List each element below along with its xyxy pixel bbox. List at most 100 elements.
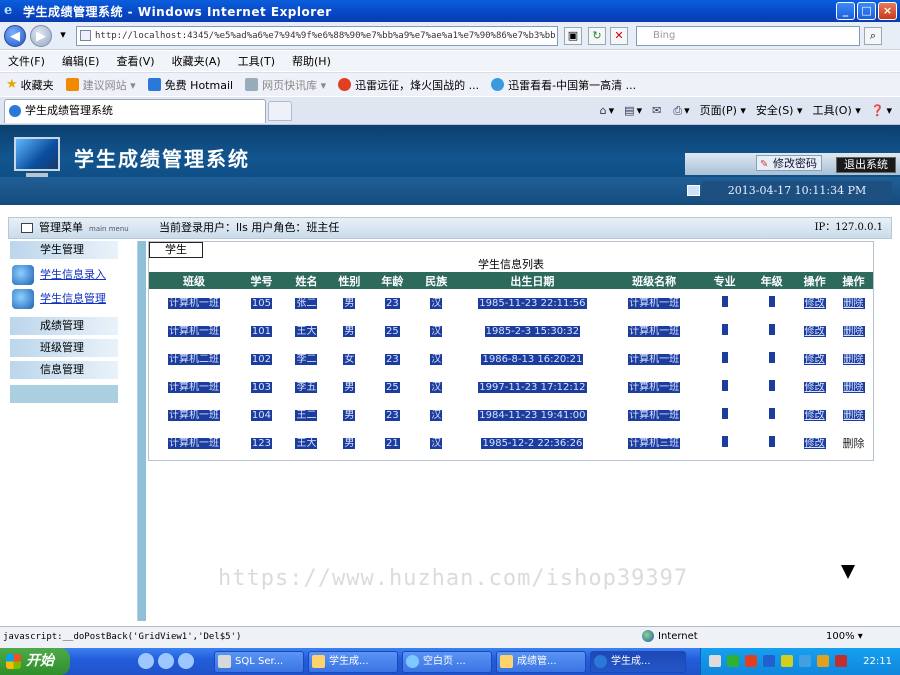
history-dropdown-icon[interactable]: ▾ (54, 27, 72, 45)
im-tray-icon[interactable] (799, 655, 811, 667)
search-icon[interactable]: ⌕ (864, 27, 882, 45)
taskbar-item-blank[interactable]: 空白页 ... (402, 651, 492, 673)
refresh-button[interactable]: ↻ (588, 27, 606, 45)
sidebar-group-class[interactable]: 班级管理 (10, 339, 118, 357)
tab-student-system[interactable]: 学生成绩管理系统 (4, 99, 266, 123)
antivirus-tray-icon[interactable] (835, 655, 847, 667)
fav-suggested-sites[interactable]: 建议网站 ▾ (65, 77, 136, 93)
suggested-sites-icon (65, 78, 79, 91)
table-cell-id: 101 (239, 317, 284, 345)
help-button[interactable]: ❓ ▾ (871, 101, 892, 121)
table-cell-edit[interactable]: 修改 (795, 317, 834, 345)
table-cell-edit[interactable]: 修改 (795, 289, 834, 317)
tab-student[interactable]: 学生 (149, 242, 203, 258)
fav-hotmail[interactable]: 免费 Hotmail (147, 77, 233, 93)
table-cell-del[interactable]: 删除 (834, 401, 873, 429)
feeds-button[interactable]: ▤ ▾ (624, 101, 642, 121)
close-button[interactable]: × (878, 2, 897, 20)
cell-value (721, 352, 728, 363)
start-button[interactable]: 开始 (0, 648, 70, 675)
menu-favorites[interactable]: 收藏夹(A) (172, 53, 221, 69)
edit-link[interactable]: 修改 (803, 353, 826, 365)
network-icon[interactable] (727, 655, 739, 667)
sidebar-item-student-entry[interactable]: 学生信息录入 (10, 263, 137, 287)
table-cell-del[interactable]: 删除 (834, 345, 873, 373)
security-tray-icon[interactable] (763, 655, 775, 667)
taskbar-item-folder[interactable]: 成绩管... (496, 651, 586, 673)
quick-launch-ie2-icon[interactable] (158, 653, 174, 669)
table-row: 计算机一班 103 李五 男 25 汉 1997-11-23 17:12:12 计算机一班 修改… (149, 373, 873, 401)
sidebar-group-student[interactable]: 学生管理 (10, 241, 118, 259)
volume-icon[interactable] (781, 655, 793, 667)
address-input[interactable]: http://localhost:4345/%e5%ad%a6%e7%94%9f… (76, 26, 558, 46)
back-button[interactable]: ◀ (4, 25, 26, 47)
cell-value: 计算机一班 (628, 325, 681, 337)
delete-link[interactable]: 删除 (842, 353, 865, 365)
taskbar: 开始 SQL Ser... 学生成... 空白页 ... 成绩管... 学生成.… (0, 648, 900, 675)
tools-menu[interactable]: 工具(O) ▾ (813, 101, 861, 121)
cell-value: 25 (384, 325, 400, 337)
sidebar-group-info[interactable]: 信息管理 (10, 361, 118, 379)
page-menu[interactable]: 页面(P) ▾ (700, 101, 746, 121)
quick-launch-desktop-icon[interactable] (178, 653, 194, 669)
delete-link[interactable]: 删除 (842, 409, 865, 421)
sidebar-item-student-manage[interactable]: 学生信息管理 (10, 287, 137, 311)
keyboard-icon[interactable] (709, 655, 721, 667)
edit-link[interactable]: 修改 (803, 297, 826, 309)
table-cell-edit[interactable]: 修改 (795, 401, 834, 429)
table-cell-edit[interactable]: 修改 (795, 373, 834, 401)
table-cell-del[interactable]: 删除 (834, 429, 873, 457)
edit-link[interactable]: 修改 (803, 381, 826, 393)
quick-launch-ie-icon[interactable] (138, 653, 154, 669)
delete-link[interactable]: 删除 (843, 437, 865, 450)
delete-link[interactable]: 删除 (842, 325, 865, 337)
xunlei-tray-icon[interactable] (745, 655, 757, 667)
table-cell-cls: 计算机一班 (149, 373, 239, 401)
favorites-button[interactable]: ★ 收藏夹 (6, 77, 54, 93)
print-button[interactable]: ⎙ ▾ (673, 101, 689, 121)
fav-xunlei-game[interactable]: 迅雷远征，烽火国战的 ... (338, 77, 479, 93)
sidebar-group-score[interactable]: 成绩管理 (10, 317, 118, 335)
change-password-button[interactable]: ✎ 修改密码 (756, 155, 822, 171)
safety-menu[interactable]: 安全(S) ▾ (756, 101, 803, 121)
home-button[interactable]: ⌂ ▾ (600, 101, 615, 121)
table-cell-id: 104 (239, 401, 284, 429)
menu-help[interactable]: 帮助(H) (292, 53, 331, 69)
table-cell-del[interactable]: 删除 (834, 317, 873, 345)
logout-button[interactable]: 退出系统 (836, 157, 896, 173)
cell-value: 104 (250, 409, 273, 421)
printer-icon: ⎙ (673, 104, 683, 117)
update-tray-icon[interactable] (817, 655, 829, 667)
edit-link[interactable]: 修改 (803, 409, 826, 421)
table-cell-edit[interactable]: 修改 (795, 429, 834, 457)
delete-link[interactable]: 删除 (842, 381, 865, 393)
menu-view[interactable]: 查看(V) (116, 53, 154, 69)
table-cell-del[interactable]: 删除 (834, 373, 873, 401)
compat-view-button[interactable]: ▣ (564, 27, 582, 45)
cell-value: 23 (384, 297, 400, 309)
edit-link[interactable]: 修改 (803, 437, 826, 449)
new-tab-button[interactable] (268, 101, 292, 121)
forward-button[interactable]: ▶ (30, 25, 52, 47)
table-cell-edit[interactable]: 修改 (795, 345, 834, 373)
col-sex: 性别 (328, 272, 370, 289)
edit-link[interactable]: 修改 (803, 325, 826, 337)
menu-file[interactable]: 文件(F) (8, 53, 45, 69)
minimize-button[interactable]: _ (836, 2, 855, 20)
fav-web-slices[interactable]: 网页快讯库 ▾ (245, 77, 326, 93)
table-cell-cname: 计算机一班 (607, 289, 701, 317)
zoom-level[interactable]: 100% ▾ (826, 627, 863, 647)
mail-button[interactable]: ✉ (652, 101, 663, 121)
taskbar-item-sql[interactable]: SQL Ser... (214, 651, 304, 673)
search-input[interactable]: Bing (636, 26, 860, 46)
menu-tools[interactable]: 工具(T) (238, 53, 275, 69)
stop-button[interactable]: ✕ (610, 27, 628, 45)
menu-edit[interactable]: 编辑(E) (62, 53, 100, 69)
taskbar-item-ie[interactable]: 学生成... (590, 651, 686, 673)
table-cell-id: 103 (239, 373, 284, 401)
fav-xunlei-kankan[interactable]: 迅雷看看-中国第一高清 ... (491, 77, 636, 93)
maximize-button[interactable]: □ (857, 2, 876, 20)
delete-link[interactable]: 删除 (842, 297, 865, 309)
table-cell-del[interactable]: 删除 (834, 289, 873, 317)
taskbar-item-vs[interactable]: 学生成... (308, 651, 398, 673)
